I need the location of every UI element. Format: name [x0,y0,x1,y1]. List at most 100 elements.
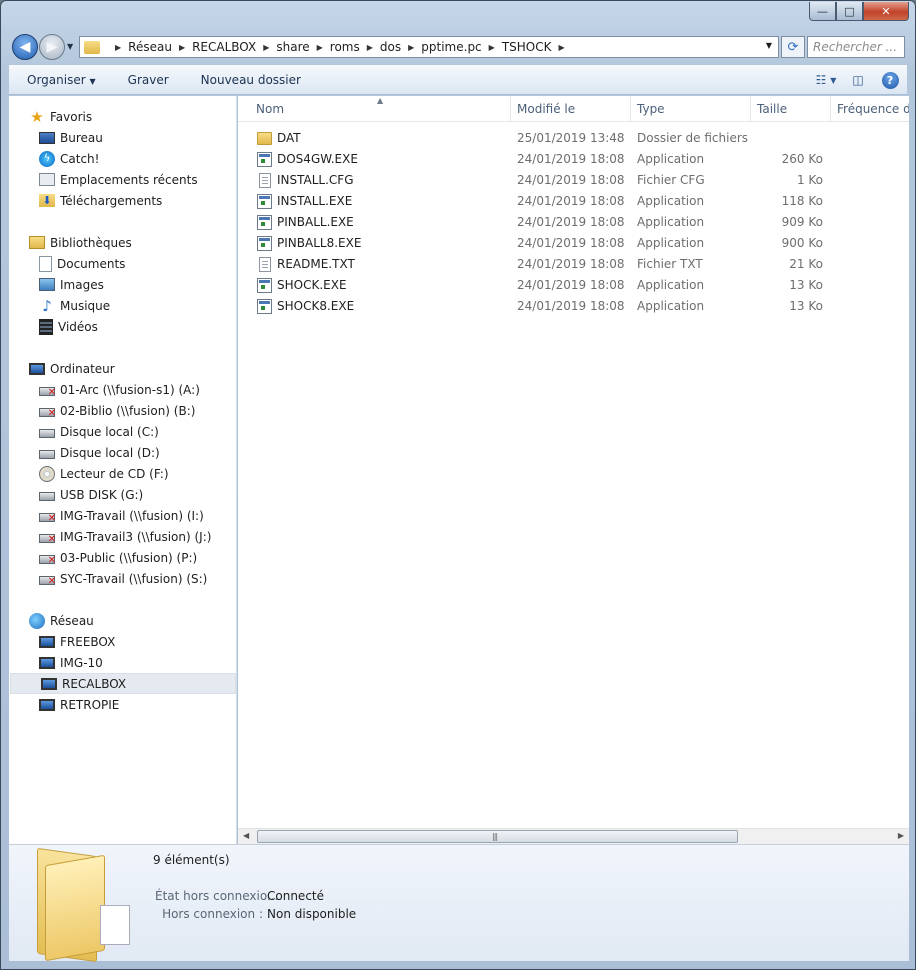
forward-button[interactable]: ▶ [39,34,65,60]
chevron-right-icon[interactable]: ▶ [367,43,373,52]
sidebar-item-computer[interactable]: ✕ 01-Arc (\\fusion-s1) (A:) [9,379,237,400]
sidebar-item-network[interactable]: RETROPIE [9,694,237,715]
sidebar-item-favorites[interactable]: ϟ Catch! [9,148,237,169]
sidebar-item-libraries[interactable]: ♪ Musique [9,295,237,316]
sidebar-item-computer[interactable]: ✕ 03-Public (\\fusion) (P:) [9,547,237,568]
preview-pane-button[interactable]: ◫ [847,69,869,91]
back-button[interactable]: ◀ [12,34,38,60]
disconnected-icon: ✕ [47,555,56,566]
sidebar-item-network[interactable]: RECALBOX [10,673,236,694]
file-size: 900 Ko [781,236,823,250]
item-count: 9 élément(s) [153,853,230,867]
file-modified: 24/01/2019 18:08 [517,299,625,313]
address-dropdown-icon[interactable]: ▼ [766,41,772,50]
breadcrumb-item[interactable]: dos [380,40,401,54]
sidebar-group-computer[interactable]: Ordinateur [9,358,237,379]
music-icon: ♪ [42,296,52,315]
disconnected-icon: ✕ [47,408,56,419]
sidebar-group-libraries[interactable]: Bibliothèques [9,232,237,253]
sidebar-item-libraries[interactable]: Vidéos [9,316,237,337]
application-icon [257,215,272,230]
chevron-right-icon[interactable]: ▶ [263,43,269,52]
sidebar-item-libraries[interactable]: Images [9,274,237,295]
breadcrumb-item[interactable]: roms [330,40,360,54]
sidebar-item-computer[interactable]: Disque local (D:) [9,442,237,463]
recent-pages-dropdown[interactable]: ▼ [67,42,73,51]
file-row[interactable]: INSTALL.CFG 24/01/2019 18:08 Fichier CFG 1 … [238,170,909,191]
chevron-right-icon[interactable]: ▶ [317,43,323,52]
sidebar-item-favorites[interactable]: Emplacements récents [9,169,237,190]
chevron-right-icon[interactable]: ▶ [179,43,185,52]
arrow-right-icon: ▶ [46,39,58,55]
breadcrumb-item[interactable]: RECALBOX [192,40,256,54]
chevron-right-icon[interactable]: ▶ [408,43,414,52]
horizontal-scrollbar[interactable]: ◀ ||| ▶ [238,828,909,844]
offline-availability-value: Non disponible [267,907,357,921]
file-name: README.TXT [277,257,355,271]
sidebar-group-favorites[interactable]: ★ Favoris [9,106,237,127]
column-header-name[interactable]: Nom [238,96,511,122]
breadcrumb-item[interactable]: Réseau [128,40,172,54]
chevron-right-icon[interactable]: ▶ [489,43,495,52]
sidebar-item-network[interactable]: IMG-10 [9,652,237,673]
file-type: Application [637,215,705,229]
file-row[interactable]: INSTALL.EXE 24/01/2019 18:08 Application 11… [238,191,909,212]
file-row[interactable]: SHOCK.EXE 24/01/2019 18:08 Application 13 K… [238,275,909,296]
sidebar-item-computer[interactable]: ✕ SYC-Travail (\\fusion) (S:) [9,568,237,589]
breadcrumb-item[interactable]: share [276,40,309,54]
file-row[interactable]: DOS4GW.EXE 24/01/2019 18:08 Application 260… [238,149,909,170]
recent-places-icon [39,173,55,186]
file-size: 260 Ko [781,152,823,166]
sidebar-item-computer[interactable]: ✕ 02-Biblio (\\fusion) (B:) [9,400,237,421]
application-icon [257,278,272,293]
breadcrumb-item[interactable]: pptime.pc [421,40,481,54]
maximize-button[interactable]: □ [836,2,863,21]
sidebar-group-network[interactable]: Réseau [9,610,237,631]
file-row[interactable]: DAT 25/01/2019 13:48 Dossier de fichiers [238,128,909,149]
file-row[interactable]: README.TXT 24/01/2019 18:08 Fichier TXT 21 … [238,254,909,275]
sidebar-item-network[interactable]: FREEBOX [9,631,237,652]
refresh-button[interactable]: ⟳ [781,36,805,58]
minimize-button[interactable]: — [809,2,836,21]
file-name: SHOCK.EXE [277,278,347,292]
chevron-right-icon[interactable]: ▶ [115,43,121,52]
chevron-right-icon[interactable]: ▶ [558,43,564,52]
organize-button[interactable]: Organiser ▼ [9,73,112,87]
sidebar-item-label: Documents [57,256,126,271]
new-folder-button[interactable]: Nouveau dossier [185,73,317,87]
breadcrumb-item[interactable]: TSHOCK [502,40,552,54]
sidebar-item-computer[interactable]: Lecteur de CD (F:) [9,463,237,484]
column-header-modified[interactable]: Modifié le [511,96,631,122]
sidebar-item-libraries[interactable]: Documents [9,253,237,274]
sidebar-item-favorites[interactable]: Bureau [9,127,237,148]
network-computer-icon [41,677,57,690]
scroll-left-icon[interactable]: ◀ [243,831,249,840]
application-icon [257,236,272,251]
sidebar-item-computer[interactable]: Disque local (C:) [9,421,237,442]
scrollbar-thumb[interactable]: ||| [257,830,738,843]
file-row[interactable]: PINBALL8.EXE 24/01/2019 18:08 Application 9… [238,233,909,254]
cd-drive-icon [39,465,55,482]
column-header-frequency[interactable]: Fréquence d'i [831,96,909,122]
burn-button[interactable]: Graver [112,73,185,87]
sidebar-item-computer[interactable]: ✕ IMG-Travail (\\fusion) (I:) [9,505,237,526]
file-row[interactable]: SHOCK8.EXE 24/01/2019 18:08 Application 13 … [238,296,909,317]
column-header-type[interactable]: Type [631,96,751,122]
file-type: Fichier TXT [637,257,703,271]
sidebar-item-label: Emplacements récents [60,172,198,187]
sidebar-item-computer[interactable]: USB DISK (G:) [9,484,237,505]
address-bar[interactable]: ▶ Réseau ▶ RECALBOX ▶ share ▶ roms ▶ dos ▶ pptime.… [79,36,779,58]
application-icon [257,194,272,209]
scroll-right-icon[interactable]: ▶ [898,831,904,840]
close-button[interactable]: ✕ [863,2,909,21]
sidebar-item-favorites[interactable]: ⬇ Téléchargements [9,190,237,211]
search-input[interactable]: Rechercher ... [807,36,905,58]
column-header-size[interactable]: Taille [751,96,831,122]
sidebar-item-computer[interactable]: ✕ IMG-Travail3 (\\fusion) (J:) [9,526,237,547]
file-row[interactable]: PINBALL.EXE 24/01/2019 18:08 Application 90… [238,212,909,233]
file-type: Application [637,194,705,208]
network-icon [29,612,45,629]
grip-icon: ||| [492,832,498,841]
view-options-button[interactable]: ☷ ▼ [815,69,837,91]
help-button[interactable]: ? [879,69,901,91]
